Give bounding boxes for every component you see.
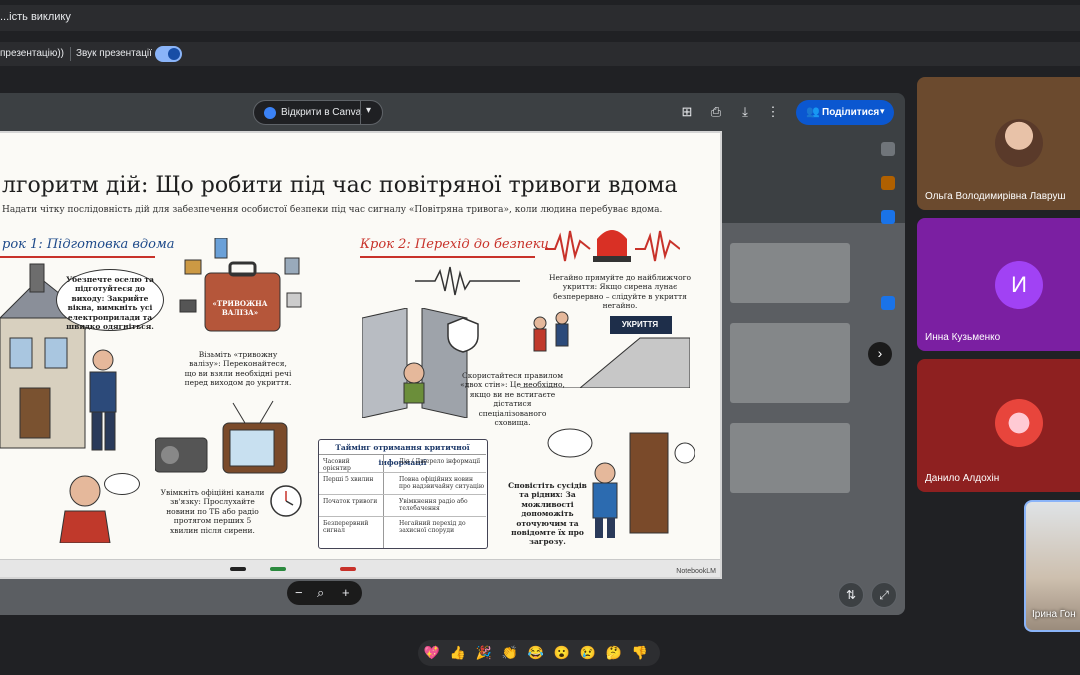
table-row: Безперервний сигнал Негайний перехід до … bbox=[319, 517, 486, 547]
zoom-controls: − ⌕ + bbox=[287, 581, 362, 605]
separator bbox=[70, 47, 71, 61]
clap-reaction-icon[interactable]: 👏 bbox=[500, 645, 520, 661]
slide-title: лгоритм дій: Що робити під час повітряно… bbox=[2, 173, 678, 198]
fullscreen-icon[interactable]: ⤢ bbox=[871, 582, 897, 608]
canva-logo-icon bbox=[264, 107, 276, 119]
sidebar-icon[interactable] bbox=[881, 176, 895, 190]
download-icon[interactable]: ⤓ bbox=[735, 102, 755, 122]
participant-tile[interactable]: Ольга Володимирівна Лавруш bbox=[917, 77, 1080, 210]
canva-label: Відкрити в Canva bbox=[281, 107, 362, 118]
suitcase-text: Візьміть «тривожну валізу»: Переконайтес… bbox=[184, 350, 292, 388]
step2-underline bbox=[360, 256, 535, 258]
notebooklm-brand: NotebookLM bbox=[676, 568, 716, 575]
meeting-title: ...ість виклику bbox=[0, 11, 71, 23]
neighbors-text: Сповістіть сусідів та рідних: За можливо… bbox=[508, 481, 587, 547]
suitcase-label: «ТРИВОЖНА ВАЛІЗА» bbox=[212, 299, 268, 317]
presentation-sound-toggle[interactable] bbox=[155, 46, 182, 62]
table-row: Початок тривоги Увімкнення радіо або тел… bbox=[319, 495, 486, 517]
swap-icon[interactable]: ⇅ bbox=[838, 582, 864, 608]
radio-text: Увімкніть офіційні канали зв'язку: Просл… bbox=[160, 488, 265, 535]
shield-icon bbox=[447, 317, 479, 353]
table-title: Таймінг отримання критичної інформації bbox=[319, 440, 486, 467]
self-view-tile[interactable]: Ірина Гон bbox=[1024, 500, 1080, 632]
background-slide-thumb bbox=[730, 323, 850, 403]
person-illustration bbox=[89, 349, 117, 451]
canva-side-rail bbox=[875, 130, 905, 330]
table-header-cell: Часовий орієнтир bbox=[323, 458, 351, 472]
table-cell: Перші 5 хвилин bbox=[323, 476, 374, 483]
siren-icon bbox=[545, 230, 680, 262]
presentation-label: презентацію)) bbox=[0, 48, 65, 59]
self-name: Ірина Гон bbox=[1032, 609, 1076, 620]
avatar: И bbox=[995, 261, 1043, 309]
toggle-knob bbox=[168, 48, 180, 60]
suitcase-illustration bbox=[179, 238, 302, 332]
slide-subtitle: Надати чітку послідовність дій для забез… bbox=[2, 205, 663, 215]
share-button[interactable]: 👥 Поділитися ▾ bbox=[796, 100, 894, 125]
add-comment-icon[interactable]: ⊞ bbox=[677, 102, 697, 122]
sidebar-icon[interactable] bbox=[881, 142, 895, 156]
sad-reaction-icon[interactable]: 😢 bbox=[578, 645, 598, 661]
timing-table: Таймінг отримання критичної інформації Ч… bbox=[318, 439, 488, 549]
avatar bbox=[995, 119, 1043, 167]
chat-bubble bbox=[104, 473, 140, 495]
reactions-bar: 💖 👍 🎉 👏 😂 😮 😢 🤔 👎 bbox=[418, 640, 660, 666]
share-dropdown-chevron-icon[interactable]: ▾ bbox=[880, 106, 885, 117]
marker bbox=[340, 567, 356, 571]
background-slide-thumb bbox=[730, 423, 850, 493]
share-label: Поділитися bbox=[822, 107, 880, 118]
thumbs-up-reaction-icon[interactable]: 👍 bbox=[448, 645, 468, 661]
clock-icon bbox=[270, 485, 302, 517]
sound-wave-icon bbox=[415, 266, 520, 296]
radio-tv-illustration bbox=[155, 400, 288, 474]
participant-tile[interactable]: И Инна Кузьменко bbox=[917, 218, 1080, 351]
canva-dropdown-chevron-icon[interactable]: ▾ bbox=[366, 105, 371, 116]
table-cell: Увімкнення радіо або телебачення bbox=[399, 498, 468, 512]
marker bbox=[230, 567, 246, 571]
surprised-reaction-icon[interactable]: 😮 bbox=[552, 645, 572, 661]
whiteboard-tray bbox=[0, 559, 720, 577]
more-vert-icon[interactable]: ⋮ bbox=[763, 102, 783, 122]
presentation-sound-bar: презентацію)) Звук презентації bbox=[0, 42, 1080, 66]
sidebar-icon[interactable] bbox=[881, 296, 895, 310]
step2-heading: Крок 2: Перехід до безпеки bbox=[360, 237, 549, 252]
meeting-title-bar: ...ість виклику bbox=[0, 5, 1080, 31]
heart-reaction-icon[interactable]: 💖 bbox=[422, 645, 442, 661]
participant-tile[interactable]: Данило Алдохін bbox=[917, 359, 1080, 492]
open-in-canva-button[interactable]: Відкрити в Canva ▾ bbox=[253, 100, 383, 125]
shelter-run-text: Негайно прямуйте до найближчого укриття:… bbox=[548, 273, 692, 311]
shelter-sign: УКРИТТЯ bbox=[621, 320, 659, 329]
next-slide-button[interactable]: › bbox=[868, 342, 892, 366]
thumbs-down-reaction-icon[interactable]: 👎 bbox=[630, 645, 650, 661]
table-header-cell: Дія / Джерело інформації bbox=[399, 458, 481, 465]
divider bbox=[360, 101, 361, 124]
laugh-reaction-icon[interactable]: 😂 bbox=[526, 645, 546, 661]
sidebar-icon[interactable] bbox=[881, 210, 895, 224]
table-cell: Повна офіційних новин про надзвичайну си… bbox=[399, 476, 485, 490]
avatar bbox=[995, 399, 1043, 447]
thinking-reaction-icon[interactable]: 🤔 bbox=[604, 645, 624, 661]
sound-label: Звук презентації bbox=[76, 48, 152, 59]
table-header-row: Часовий орієнтир Дія / Джерело інформаці… bbox=[319, 455, 486, 473]
print-icon[interactable]: ⎙ bbox=[706, 102, 726, 122]
close-windows-text: Убезпечте оселю та підготуйтеся до виход… bbox=[66, 275, 154, 331]
zoom-in-icon[interactable]: + bbox=[342, 585, 350, 600]
background-slide-thumb bbox=[730, 243, 850, 303]
participant-name: Данило Алдохін bbox=[925, 473, 1000, 484]
table-cell: Безперервний сигнал bbox=[323, 520, 369, 534]
table-cell: Початок тривоги bbox=[323, 498, 378, 505]
table-row: Перші 5 хвилин Повна офіційних новин про… bbox=[319, 473, 486, 495]
people-icon: 👥 bbox=[806, 106, 820, 118]
zoom-magnifier-icon[interactable]: ⌕ bbox=[317, 585, 324, 601]
participant-name: Инна Кузьменко bbox=[925, 332, 1001, 343]
party-reaction-icon[interactable]: 🎉 bbox=[474, 645, 494, 661]
presentation-slide: лгоритм дій: Що робити під час повітряно… bbox=[0, 131, 722, 579]
step1-heading: рок 1: Підготовка вдома bbox=[2, 237, 175, 252]
meet-window: { "window": { "title": "...ість виклику"… bbox=[0, 0, 1080, 675]
zoom-out-icon[interactable]: − bbox=[295, 585, 303, 600]
marker bbox=[270, 567, 286, 571]
table-cell: Негайний перехід до захисної споруди bbox=[399, 520, 466, 534]
participant-name: Ольга Володимирівна Лавруш bbox=[925, 191, 1066, 202]
